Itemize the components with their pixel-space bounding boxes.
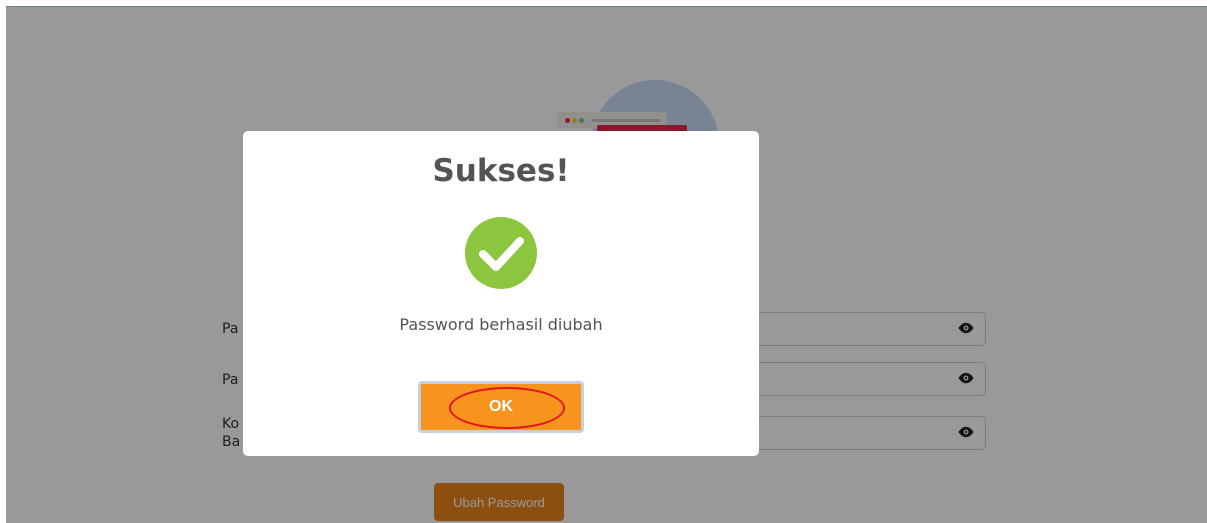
dialog-title: Sukses! (432, 153, 570, 189)
dialog-message: Password berhasil diubah (399, 315, 603, 334)
app-frame: Pa Pa Ko Ba Ubah Password Sukses! Passwo… (6, 6, 1207, 523)
ok-button-label: OK (489, 398, 513, 415)
check-circle-icon (465, 217, 537, 289)
success-dialog: Sukses! Password berhasil diubah OK (243, 131, 759, 456)
ok-button[interactable]: OK (418, 381, 584, 433)
